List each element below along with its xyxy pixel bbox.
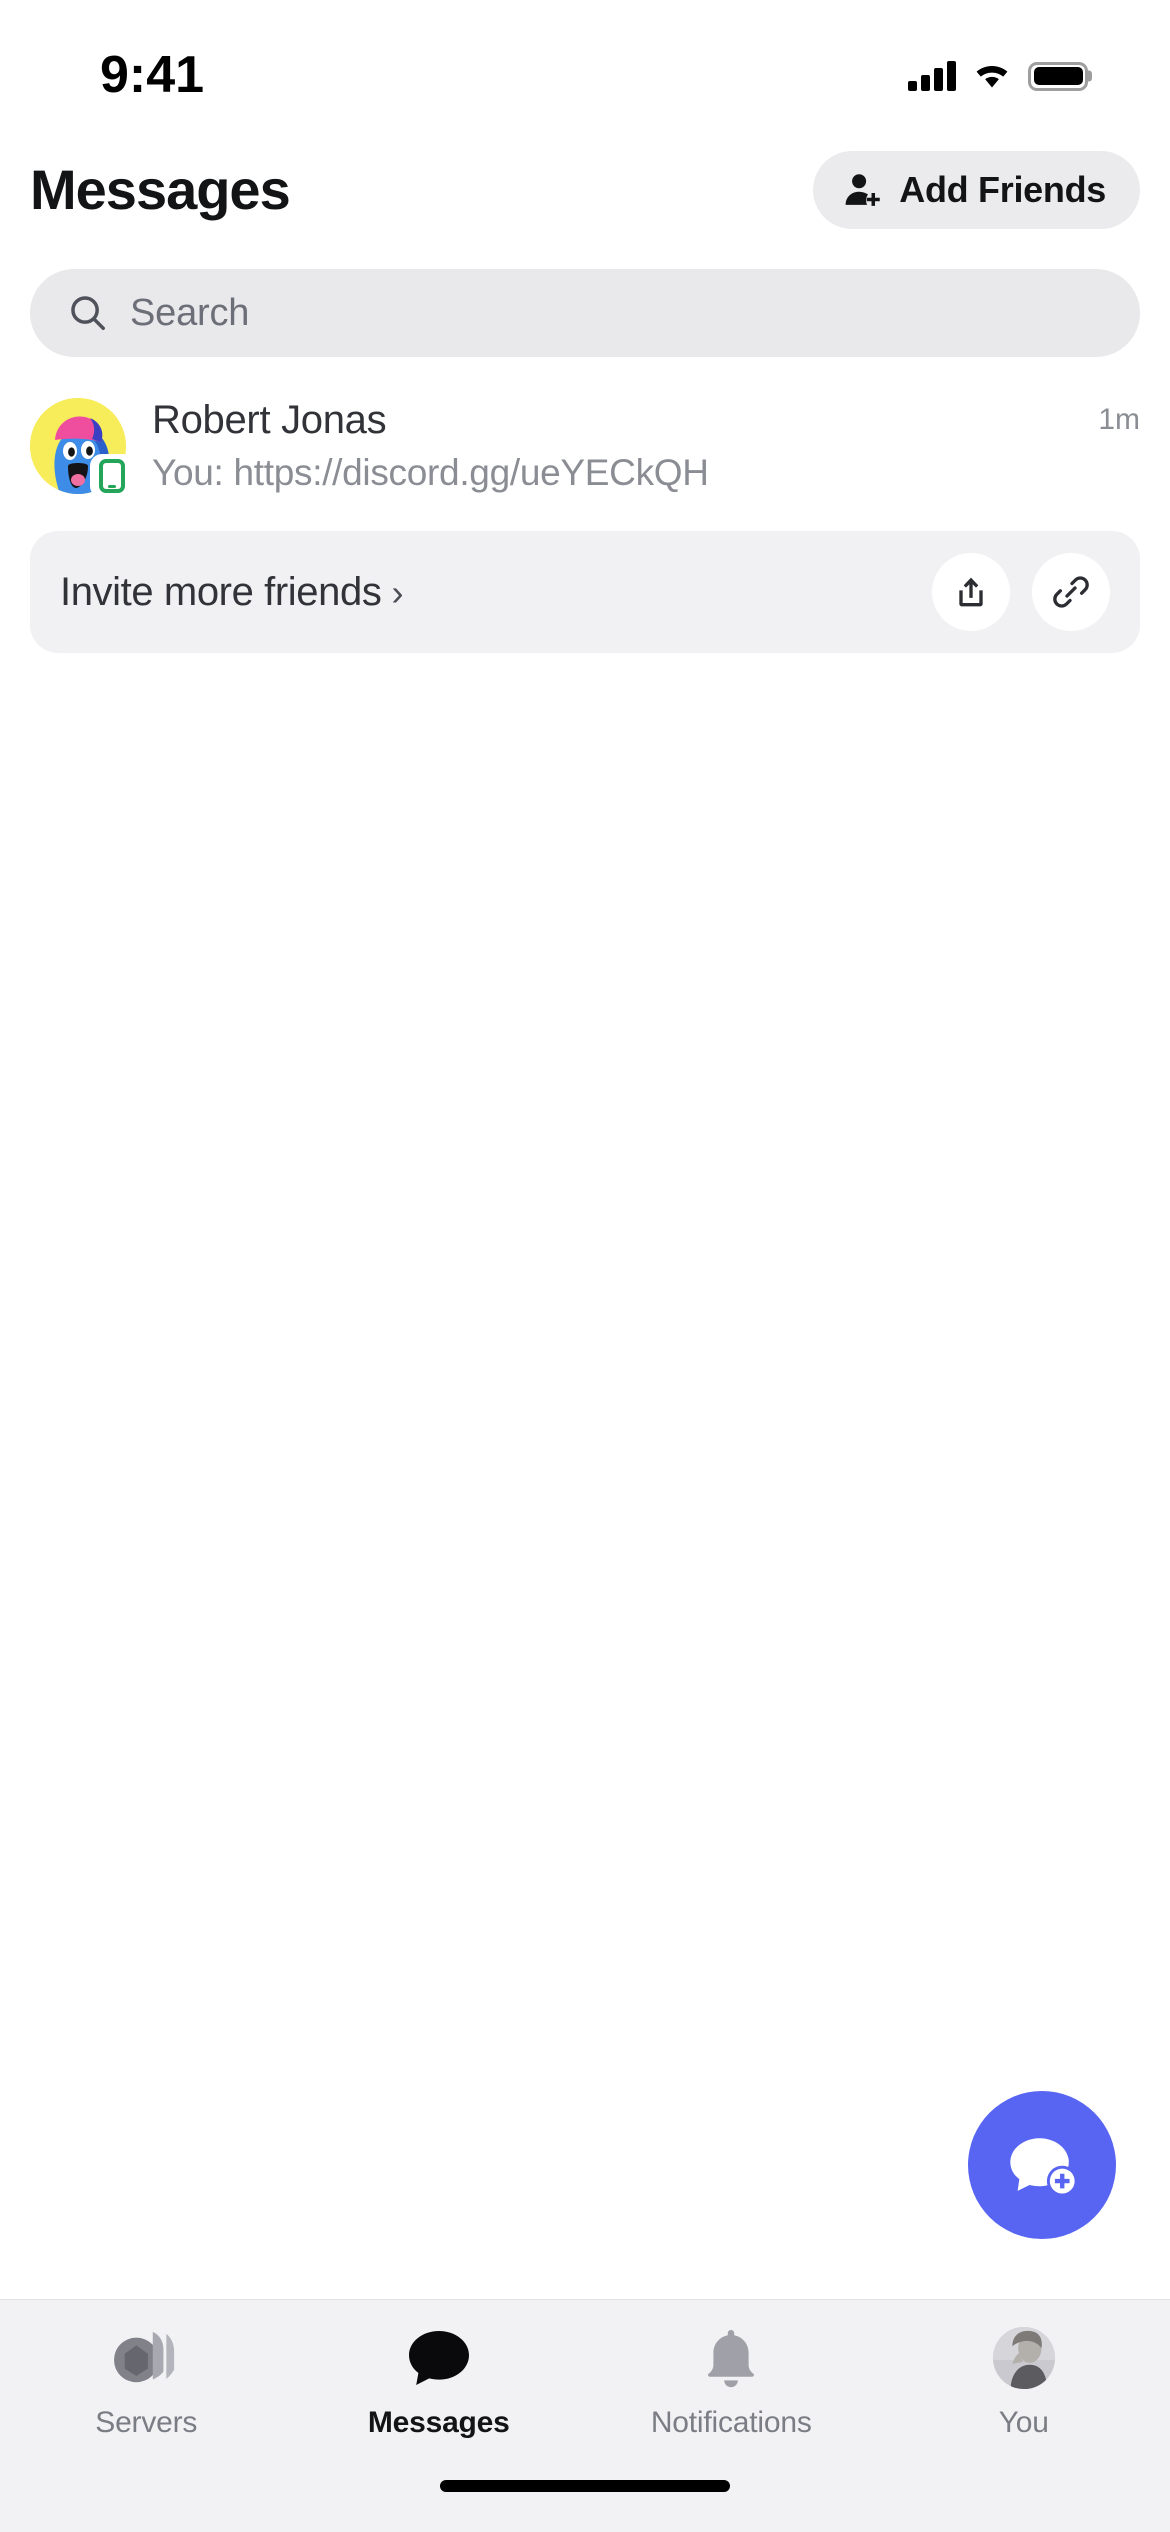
- tab-notifications[interactable]: Notifications: [585, 2322, 878, 2440]
- new-message-icon: [1010, 2138, 1078, 2197]
- discord-messages-screen: 9:41 Messages Add Friends Search Robert …: [0, 0, 1170, 2532]
- person-add-icon: [845, 173, 881, 206]
- share-upload-icon: [959, 577, 983, 607]
- search-section: Search: [0, 247, 1170, 357]
- page-title: Messages: [30, 158, 291, 221]
- status-bar: 9:41: [0, 0, 1170, 132]
- avatar[interactable]: [30, 398, 134, 499]
- share-button[interactable]: [932, 553, 1010, 632]
- conversation-preview: You: https://discord.gg/ueYECkQH: [152, 452, 709, 493]
- home-indicator[interactable]: [440, 2480, 730, 2492]
- status-bar-time: 9:41: [100, 46, 205, 104]
- cellular-signal-icon: [908, 61, 956, 91]
- conversation-row-robert-jonas[interactable]: Robert Jonas You: https://discord.gg/ueY…: [0, 379, 1170, 513]
- tab-label-servers: Servers: [95, 2406, 198, 2439]
- new-message-fab[interactable]: [968, 2091, 1116, 2239]
- home-indicator-area: [0, 2474, 1170, 2532]
- battery-icon: [1028, 61, 1092, 91]
- wifi-icon: [976, 66, 1008, 88]
- tab-label-you: You: [998, 2406, 1049, 2439]
- tab-servers[interactable]: Servers: [0, 2322, 293, 2440]
- conversation-name: Robert Jonas: [152, 398, 387, 442]
- tab-messages[interactable]: Messages: [293, 2322, 586, 2440]
- invite-actions: [932, 553, 1110, 632]
- bell-icon: [700, 2322, 762, 2394]
- status-bar-icons: [908, 61, 1092, 91]
- conversation-timestamp: 1m: [1098, 403, 1140, 436]
- user-avatar-icon: [991, 2322, 1057, 2394]
- add-friends-button[interactable]: Add Friends: [813, 150, 1140, 229]
- bottom-tab-bar: Servers Messages Notifications You: [0, 2299, 1170, 2474]
- invite-more-friends-link[interactable]: Invite more friends ›: [60, 570, 403, 615]
- chevron-right-icon: ›: [391, 572, 404, 614]
- add-friends-label: Add Friends: [899, 168, 1106, 210]
- tab-label-messages: Messages: [367, 2406, 510, 2439]
- invite-section: Invite more friends ›: [0, 513, 1170, 654]
- page-header: Messages Add Friends: [0, 132, 1170, 247]
- search-bar[interactable]: Search: [30, 269, 1140, 357]
- link-icon: [1053, 576, 1089, 608]
- presence-badge-mobile: [90, 454, 134, 499]
- invite-more-friends-label: Invite more friends: [60, 569, 382, 614]
- search-icon: [71, 296, 105, 330]
- content-area: [0, 653, 1170, 2299]
- tab-label-notifications: Notifications: [650, 2406, 812, 2439]
- conversation-text: Robert Jonas You: https://discord.gg/ueY…: [152, 395, 1058, 497]
- search-input[interactable]: Search: [130, 292, 249, 335]
- copy-link-button[interactable]: [1032, 553, 1110, 632]
- chat-bubble-icon: [405, 2322, 473, 2394]
- invite-more-friends-card[interactable]: Invite more friends ›: [30, 531, 1140, 654]
- conversation-list: Robert Jonas You: https://discord.gg/ueY…: [0, 357, 1170, 513]
- tab-you[interactable]: You: [878, 2322, 1170, 2440]
- servers-icon: [111, 2322, 181, 2394]
